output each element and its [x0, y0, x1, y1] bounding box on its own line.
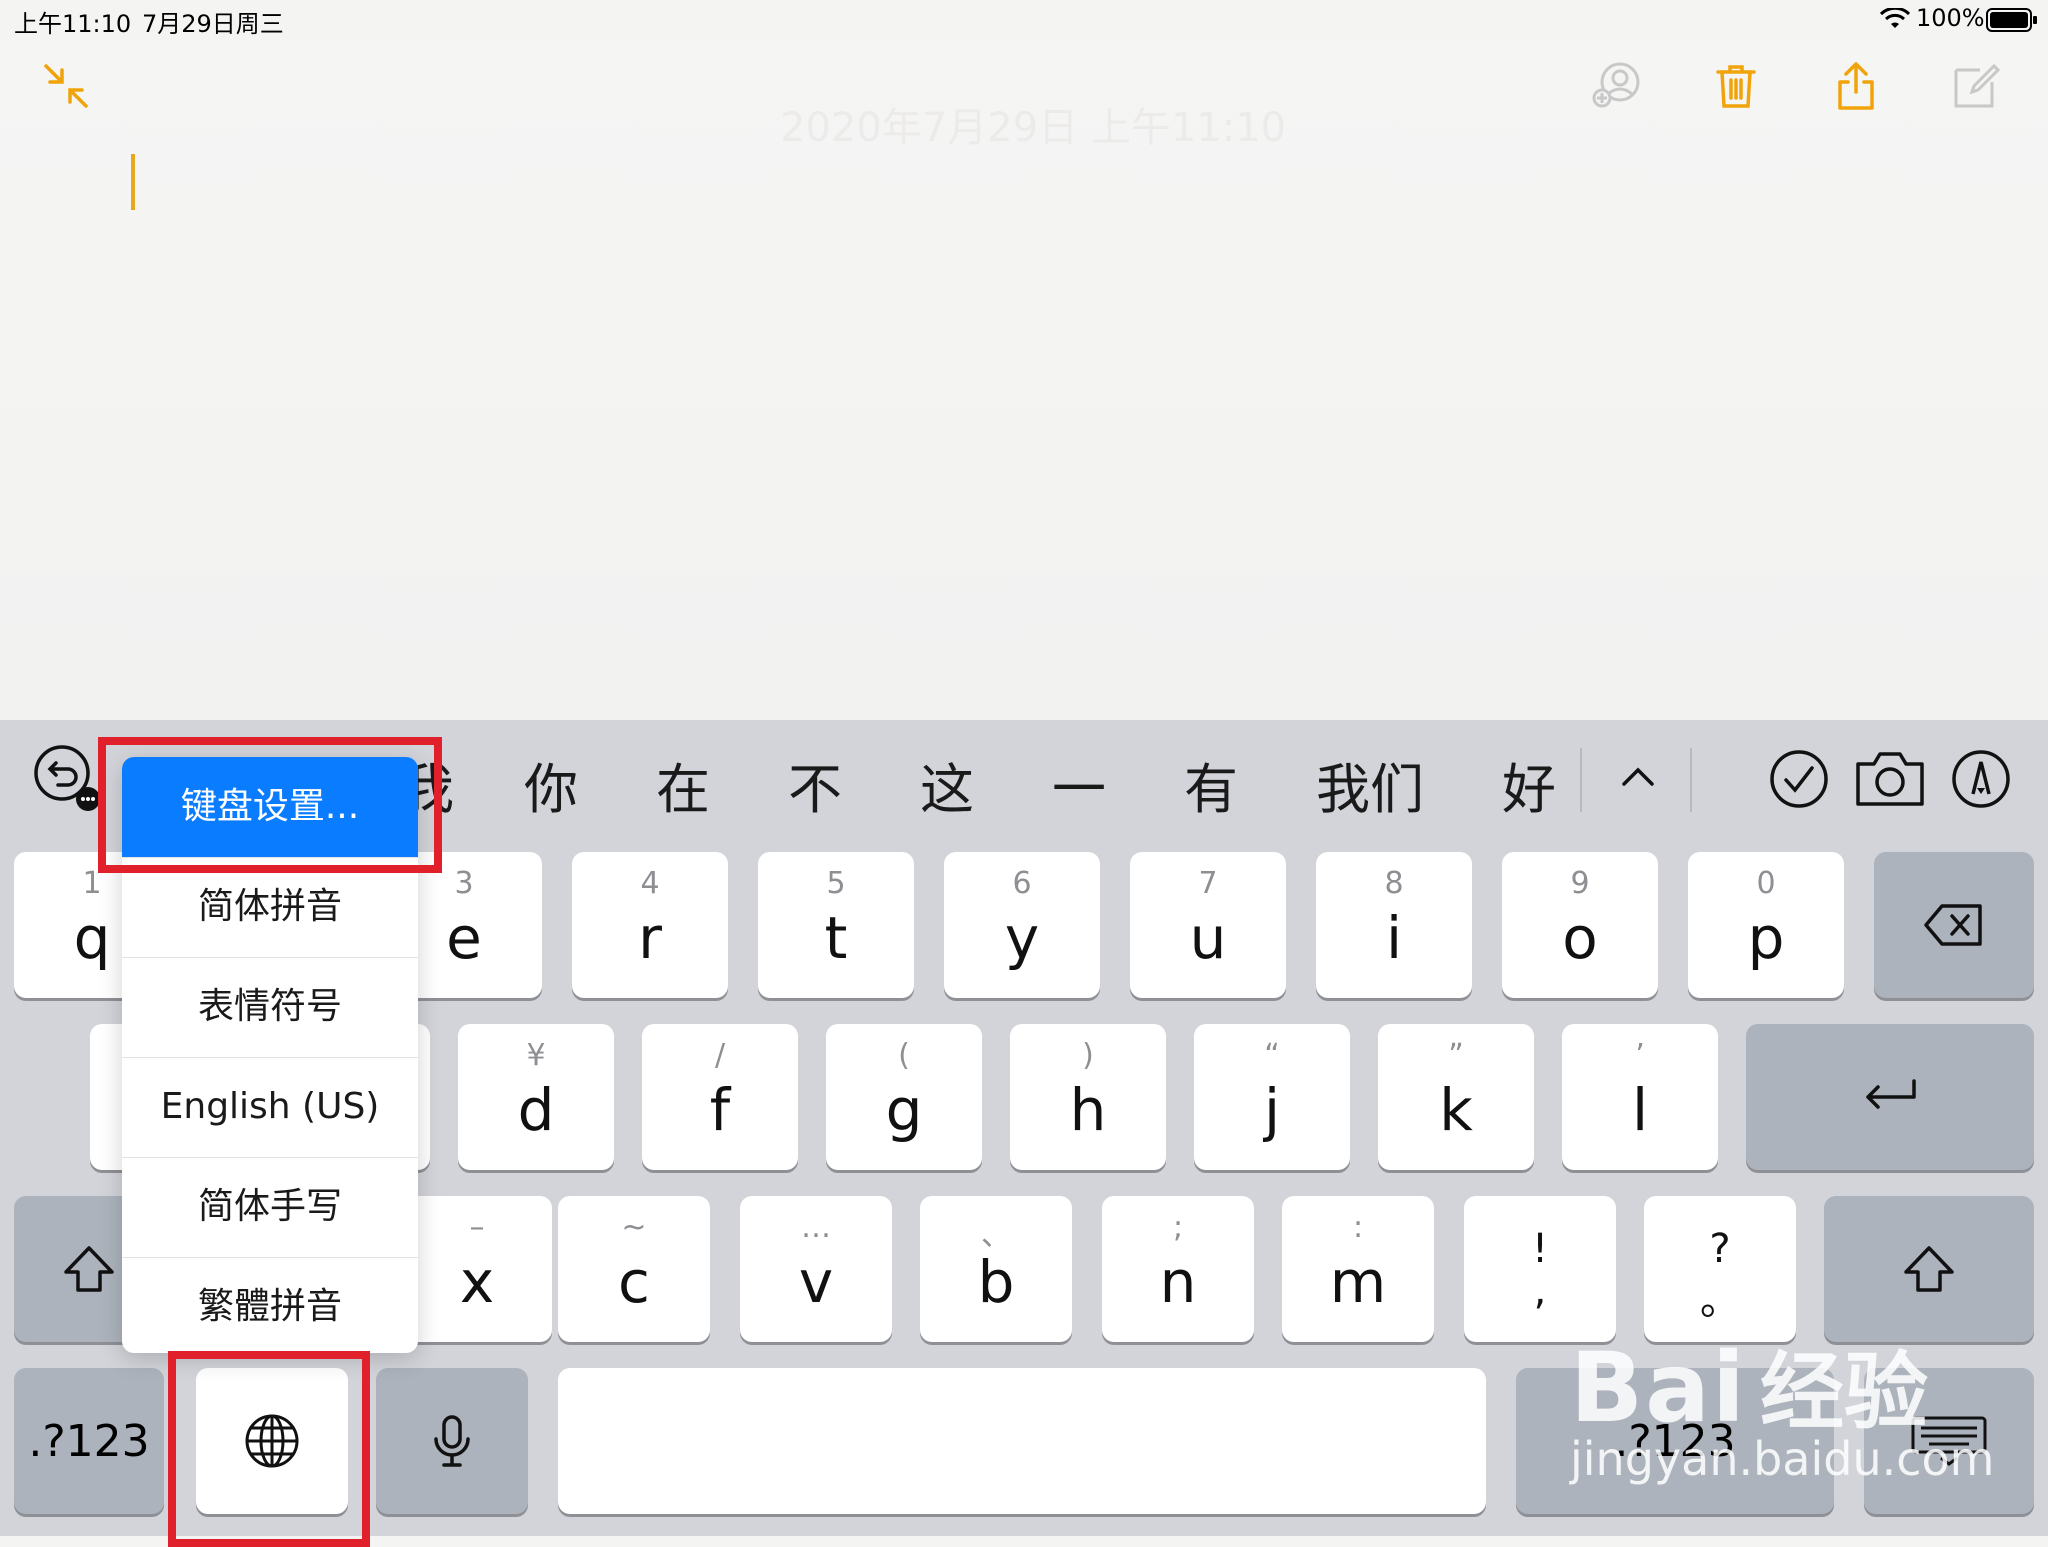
candidate-3[interactable]: 不: [788, 745, 842, 824]
key-d[interactable]: ¥ d: [458, 1024, 614, 1170]
candidate-divider: [1690, 748, 1692, 812]
key-u[interactable]: 7u: [1130, 852, 1286, 998]
key-v[interactable]: … v: [740, 1196, 892, 1342]
candidate-6[interactable]: 有: [1184, 745, 1238, 824]
baidu-watermark: Bai 经验 jingyan.baidu.com: [1570, 1325, 1995, 1486]
checklist-icon[interactable]: [1768, 748, 1830, 814]
key-y[interactable]: 6y: [944, 852, 1100, 998]
microphone-icon: [376, 1368, 528, 1514]
key-x[interactable]: – x: [402, 1196, 552, 1342]
key-f[interactable]: / f: [642, 1024, 798, 1170]
watermark-url: jingyan.baidu.com: [1570, 1432, 1995, 1486]
menu-item-traditional-pinyin[interactable]: 繁體拼音: [122, 1257, 418, 1353]
key-h[interactable]: ) h: [1010, 1024, 1166, 1170]
candidate-8[interactable]: 好: [1502, 745, 1556, 824]
key-n[interactable]: ; n: [1102, 1196, 1254, 1342]
shift-icon: [1824, 1196, 2034, 1342]
key-i[interactable]: 8i: [1316, 852, 1472, 998]
backspace-icon: [1874, 852, 2034, 998]
key-p[interactable]: 0p: [1688, 852, 1844, 998]
menu-item-emoji[interactable]: 表情符号: [122, 957, 418, 1058]
key-l[interactable]: ’ l: [1562, 1024, 1718, 1170]
backspace-key[interactable]: [1874, 852, 2034, 998]
dictation-key[interactable]: [376, 1368, 528, 1514]
return-icon: [1746, 1024, 2034, 1170]
key-comma[interactable]: !,: [1464, 1196, 1616, 1342]
numbers-key-left[interactable]: .?123: [14, 1368, 164, 1514]
menu-item-simplified-handwriting[interactable]: 简体手写: [122, 1157, 418, 1258]
status-date: 7月29日周三: [142, 10, 284, 38]
key-k[interactable]: ” k: [1378, 1024, 1534, 1170]
key-b[interactable]: 、 b: [920, 1196, 1072, 1342]
candidate-4[interactable]: 这: [920, 745, 974, 824]
wifi-icon: [1879, 6, 1911, 34]
note-date-header: 2020年7月29日 上午11:10: [780, 105, 1287, 151]
key-period[interactable]: ?。: [1644, 1196, 1796, 1342]
key-m[interactable]: :m: [1282, 1196, 1434, 1342]
highlight-box-settings: [98, 737, 442, 873]
key-o[interactable]: 9o: [1502, 852, 1658, 998]
key-c[interactable]: ~ c: [558, 1196, 710, 1342]
battery-icon: [1986, 8, 2038, 36]
camera-icon[interactable]: [1854, 748, 1926, 814]
share-icon[interactable]: [1830, 60, 1882, 112]
key-r[interactable]: 4r: [572, 852, 728, 998]
space-key[interactable]: [558, 1368, 1486, 1514]
watermark-brand: Bai: [1570, 1332, 1747, 1444]
candidate-2[interactable]: 在: [656, 745, 710, 824]
chevron-up-icon[interactable]: [1620, 762, 1656, 796]
return-key[interactable]: [1746, 1024, 2034, 1170]
undo-icon[interactable]: [32, 743, 102, 817]
menu-item-english-us[interactable]: English (US): [122, 1057, 418, 1158]
key-t[interactable]: 5t: [758, 852, 914, 998]
status-bar: 上午11:10 7月29日周三 100%: [0, 0, 2048, 40]
text-cursor: [131, 154, 135, 210]
watermark-brand-cn: 经验: [1759, 1343, 1928, 1441]
candidate-divider: [1580, 748, 1582, 812]
compose-icon[interactable]: [1950, 60, 2002, 112]
key-j[interactable]: “j: [1194, 1024, 1350, 1170]
status-time: 上午11:10: [14, 10, 132, 38]
shift-key-right[interactable]: [1824, 1196, 2034, 1342]
add-people-icon[interactable]: [1590, 60, 1642, 112]
candidate-1[interactable]: 你: [524, 745, 578, 824]
collapse-icon[interactable]: [40, 60, 92, 112]
candidate-7[interactable]: 我们: [1316, 745, 1424, 824]
candidate-5[interactable]: 一: [1052, 745, 1106, 824]
key-g[interactable]: (g: [826, 1024, 982, 1170]
battery-percent: 100%: [1916, 4, 1985, 32]
highlight-box-globe: [168, 1351, 370, 1547]
trash-icon[interactable]: [1710, 60, 1762, 112]
markup-pen-icon[interactable]: [1950, 748, 2012, 814]
